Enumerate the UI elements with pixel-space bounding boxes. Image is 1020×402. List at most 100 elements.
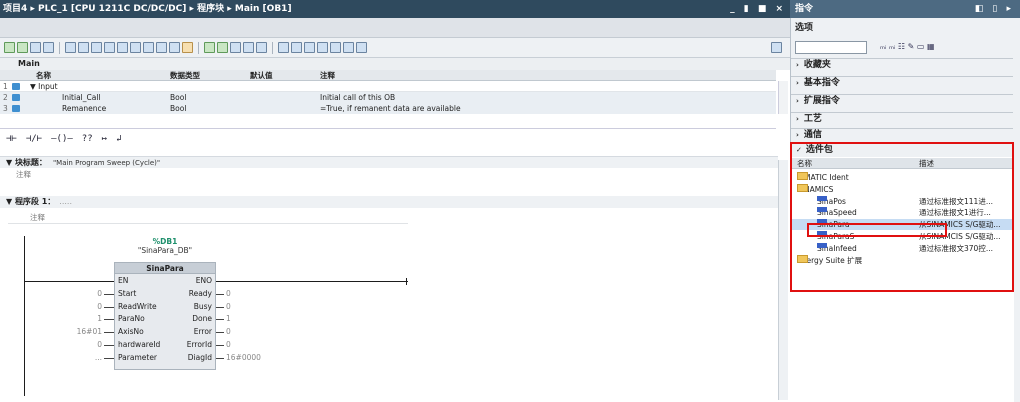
eno-wire <box>216 281 408 282</box>
input-pin-axisno[interactable]: AxisNo <box>118 327 144 337</box>
col-default[interactable]: 默认值 <box>250 70 273 81</box>
output-pin-errorid[interactable]: ErrorId <box>164 340 212 350</box>
input-value[interactable]: 0 <box>54 340 102 350</box>
network-comment[interactable]: 注释 <box>8 211 408 224</box>
interface-title: Main <box>0 58 790 70</box>
input-pin-readwrite[interactable]: ReadWrite <box>118 302 157 312</box>
output-value[interactable]: 0 <box>226 289 231 299</box>
ladder-toolbar: ⊣⊢ ⊣/⊢ –()– ?? ↦ ↲ <box>6 131 156 147</box>
input-pin-start[interactable]: Start <box>118 289 136 299</box>
link-icon[interactable] <box>330 42 341 53</box>
instance-db-name[interactable]: "SinaPara_DB" <box>114 246 216 255</box>
table-row[interactable]: 2 Initial_Call Bool Initial call of this… <box>0 92 776 103</box>
symbol-icon[interactable] <box>243 42 254 53</box>
input-value[interactable]: 0 <box>54 289 102 299</box>
input-value[interactable]: 16#01 <box>54 327 102 337</box>
insert-network-icon[interactable] <box>4 42 15 53</box>
search-input[interactable] <box>795 41 867 54</box>
interface-splitter[interactable] <box>0 115 776 129</box>
table-row[interactable]: 3 Remanence Bool =True, if remanent data… <box>0 103 776 114</box>
expand-icon[interactable] <box>130 42 141 53</box>
add-row-icon[interactable] <box>43 42 54 53</box>
coil-icon[interactable]: –()– <box>51 134 73 144</box>
properties-icon[interactable] <box>356 42 367 53</box>
output-pin-error[interactable]: Error <box>164 327 212 337</box>
layout-icon[interactable] <box>771 42 782 53</box>
insert-row-icon[interactable] <box>30 42 41 53</box>
output-value[interactable]: 0 <box>226 302 231 312</box>
open-branch-icon[interactable]: ↦ <box>102 134 107 144</box>
input-value[interactable]: 1 <box>54 314 102 324</box>
list-icon[interactable] <box>78 42 89 53</box>
section-0[interactable]: › 收藏夹 <box>791 58 1013 71</box>
comment-icon[interactable] <box>117 42 128 53</box>
row-number: 3 <box>3 104 8 113</box>
input-pin-parameter[interactable]: Parameter <box>118 353 157 363</box>
no-contact-icon[interactable]: ⊣⊢ <box>6 134 17 144</box>
input-pin-hardwareid[interactable]: hardwareId <box>118 340 160 350</box>
grid-icon[interactable] <box>104 42 115 53</box>
wire-end <box>406 278 407 285</box>
address-icon[interactable] <box>230 42 241 53</box>
network-title[interactable]: ▼ 程序段 1：..... <box>0 196 778 208</box>
block-comment[interactable]: 注释 <box>16 169 31 180</box>
output-value[interactable]: 0 <box>226 340 231 350</box>
highlight-box <box>790 142 1014 292</box>
row-name: Initial_Call <box>62 93 101 102</box>
output-pin-eno[interactable]: ENO <box>164 276 212 286</box>
table-row[interactable]: 1 ▼ Input <box>0 81 776 92</box>
delete-network-icon[interactable] <box>17 42 28 53</box>
output-value[interactable]: 0 <box>226 327 231 337</box>
outdent-icon[interactable] <box>291 42 302 53</box>
section-4[interactable]: › 通信 <box>791 128 1013 141</box>
input-value[interactable]: ... <box>54 353 102 363</box>
output-pin-done[interactable]: Done <box>164 314 212 324</box>
col-comment[interactable]: 注释 <box>320 70 335 81</box>
pin-wire <box>104 332 114 334</box>
editor-strip <box>0 18 790 38</box>
taskcard-controls[interactable]: ◧ ▯ ▸ <box>975 0 1014 18</box>
edit-icon[interactable] <box>65 42 76 53</box>
monitor-icon[interactable] <box>204 42 215 53</box>
open-all-icon[interactable] <box>156 42 167 53</box>
col-datatype[interactable]: 数据类型 <box>170 70 200 81</box>
toolbar-divider <box>198 41 199 54</box>
input-pin-parano[interactable]: ParaNo <box>118 314 145 324</box>
call-icon[interactable] <box>343 42 354 53</box>
search-tools[interactable]: ₘᵢ ₘᵢ ☷ ✎ ▭ ▦ <box>880 42 935 51</box>
highlight-item-box <box>807 223 947 237</box>
input-pin-en[interactable]: EN <box>118 276 128 286</box>
nc-contact-icon[interactable]: ⊣/⊢ <box>26 134 42 144</box>
output-value[interactable]: 16#0000 <box>226 353 261 363</box>
table-icon[interactable] <box>169 42 180 53</box>
output-pin-diagid[interactable]: DiagId <box>164 353 212 363</box>
options-label: 选项 <box>795 23 814 33</box>
output-value[interactable]: 1 <box>226 314 231 324</box>
window-controls[interactable]: _ ▮ ■ × <box>730 0 786 18</box>
network-nav-icon[interactable] <box>304 42 315 53</box>
collapse-icon[interactable] <box>143 42 154 53</box>
section-1[interactable]: › 基本指令 <box>791 76 1013 89</box>
section-3[interactable]: › 工艺 <box>791 112 1013 125</box>
input-value[interactable]: 0 <box>54 302 102 312</box>
col-name[interactable]: 名称 <box>36 70 51 81</box>
favorites-icon[interactable] <box>182 42 193 53</box>
goto-icon[interactable] <box>256 42 267 53</box>
list2-icon[interactable] <box>91 42 102 53</box>
output-pin-ready[interactable]: Ready <box>164 289 212 299</box>
block-title[interactable]: ▼ 块标题： "Main Program Sweep (Cycle)" <box>0 156 778 168</box>
breadcrumb[interactable]: 项目4 ▸ PLC_1 [CPU 1211C DC/DC/DC] ▸ 程序块 ▸… <box>3 4 292 14</box>
chevron-right-icon: › <box>796 115 799 123</box>
close-branch-icon[interactable]: ↲ <box>116 134 121 144</box>
section-2[interactable]: › 扩展指令 <box>791 94 1013 107</box>
network-nav2-icon[interactable] <box>317 42 328 53</box>
go-online-icon[interactable] <box>217 42 228 53</box>
output-pin-busy[interactable]: Busy <box>164 302 212 312</box>
interface-scrollbar[interactable] <box>778 81 788 114</box>
indent-icon[interactable] <box>278 42 289 53</box>
section-label: 收藏夹 <box>803 60 831 70</box>
editor-vscroll[interactable] <box>778 160 788 400</box>
network-label: ▼ 程序段 1： <box>6 197 56 206</box>
instance-db-number[interactable]: %DB1 <box>114 237 216 246</box>
empty-box-icon[interactable]: ?? <box>82 134 93 144</box>
